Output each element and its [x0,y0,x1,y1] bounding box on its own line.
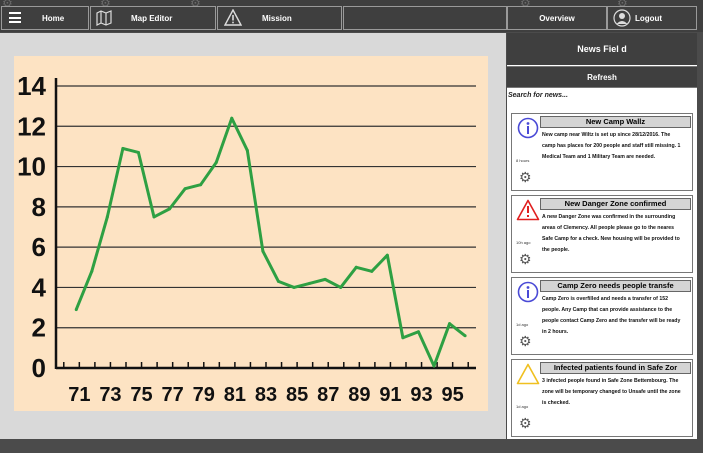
data-point [74,308,78,312]
data-point [214,161,218,165]
news-item-title: Infected patients found in Safe Zor [540,362,691,374]
x-tick-label: 85 [286,384,308,406]
gear-icon[interactable]: ⚙ [519,252,532,266]
data-point [276,279,280,283]
news-item-title: Camp Zero needs people transfe [540,280,691,292]
y-tick-label: 14 [17,71,46,101]
mission-nav-button[interactable]: Mission [217,6,342,30]
x-tick-label: 89 [348,384,370,406]
data-point [105,215,109,219]
gear-icon[interactable]: ⚙ [519,170,532,184]
top-navigation-bar: ⚙ ⚙ ⚙ ⚙ ⚙ Home Map Editor Mission Overvi… [0,0,703,32]
warning-icon [516,199,540,221]
y-tick-label: 2 [32,313,46,343]
data-point [370,269,374,273]
data-point [292,285,296,289]
map-icon [96,10,112,26]
gear-icon[interactable]: ⚙ [519,416,532,430]
data-point [401,336,405,340]
y-tick-label: 10 [17,152,46,182]
news-item-body: New camp near Wiltz is set up since 28/1… [542,132,681,160]
news-item-title: New Camp Wallz [540,116,691,128]
map-editor-label: Map Editor [131,13,173,23]
data-point [168,207,172,211]
news-item[interactable]: New Camp Wallz New camp near Wiltz is se… [511,113,693,191]
logout-nav-button[interactable]: Logout [607,6,697,30]
home-label: Home [42,13,65,23]
data-point [152,215,156,219]
data-point [261,249,265,253]
y-tick-label: 0 [32,353,46,383]
data-point [339,285,343,289]
x-tick-label: 81 [224,384,246,406]
news-item[interactable]: Infected patients found in Safe Zor 3 in… [511,359,693,437]
data-point [416,330,420,334]
news-item[interactable]: Camp Zero needs people transfe Camp Zero… [511,277,693,355]
x-tick-label: 79 [193,384,215,406]
news-item-time: 1d ago [516,404,529,409]
data-point [199,183,203,187]
data-point [90,269,94,273]
warning-triangle-icon [224,9,242,26]
y-tick-label: 12 [17,111,46,141]
data-point [121,146,125,150]
news-sidebar: News Fiel d Refresh Search for news... N… [507,33,697,439]
data-point [136,150,140,154]
y-tick-label: 4 [32,272,47,302]
news-item-body: 3 infected people found in Safe Zone Bet… [542,378,681,406]
data-point [385,253,389,257]
news-item-body: A new Danger Zone was confirmed in the s… [542,214,680,253]
data-point [432,364,436,368]
news-item-time: 1d ago [516,322,529,327]
info-icon [517,281,539,303]
mission-label: Mission [262,13,292,23]
news-item-time: 8 hours [516,158,530,163]
data-point [323,277,327,281]
x-tick-label: 93 [410,384,432,406]
overview-nav-button[interactable]: Overview [507,6,607,30]
info-icon [517,117,539,139]
data-point [308,281,312,285]
x-tick-label: 87 [317,384,339,406]
news-item-title: New Danger Zone confirmed [540,198,691,210]
news-item[interactable]: New Danger Zone confirmed A new Danger Z… [511,195,693,273]
y-tick-label: 8 [32,192,46,222]
gear-icon[interactable]: ⚙ [519,334,532,348]
data-point [448,322,452,326]
caution-icon [516,363,540,385]
series-line [74,116,467,368]
user-icon [613,9,631,27]
x-tick-label: 95 [442,384,464,406]
refresh-button[interactable]: Refresh [507,66,697,88]
logout-label: Logout [635,13,663,23]
chart-area: 0 2 4 6 8 10 12 14 71 73 75 77 79 81 83 85 87 89 91 93 95 [14,56,488,411]
data-point [183,187,187,191]
news-search-input[interactable]: Search for news... [507,92,698,106]
x-tick-label: 91 [379,384,401,406]
line-chart: 0 2 4 6 8 10 12 14 71 73 75 77 79 81 83 85 87 89 91 93 95 [17,71,476,406]
x-tick-label: 73 [99,384,121,406]
data-point [245,148,249,152]
status-bar [0,439,703,453]
news-item-time: 10h ago [516,240,531,245]
data-point [354,265,358,269]
x-tick-label: 71 [68,384,90,406]
y-tick-label: 6 [32,232,46,262]
news-item-body: Camp Zero is overfilled and needs a tran… [542,296,681,335]
home-nav-button[interactable]: Home [1,6,89,30]
x-tick-label: 75 [130,384,152,406]
overview-label: Overview [539,13,575,23]
data-point [463,334,467,338]
data-point [230,116,234,120]
x-tick-label: 77 [162,384,184,406]
empty-nav-slot [343,6,507,30]
map-editor-nav-button[interactable]: Map Editor [90,6,216,30]
news-field-title: News Fiel d [507,33,697,65]
x-tick-label: 83 [255,384,277,406]
hamburger-icon[interactable] [9,12,21,23]
